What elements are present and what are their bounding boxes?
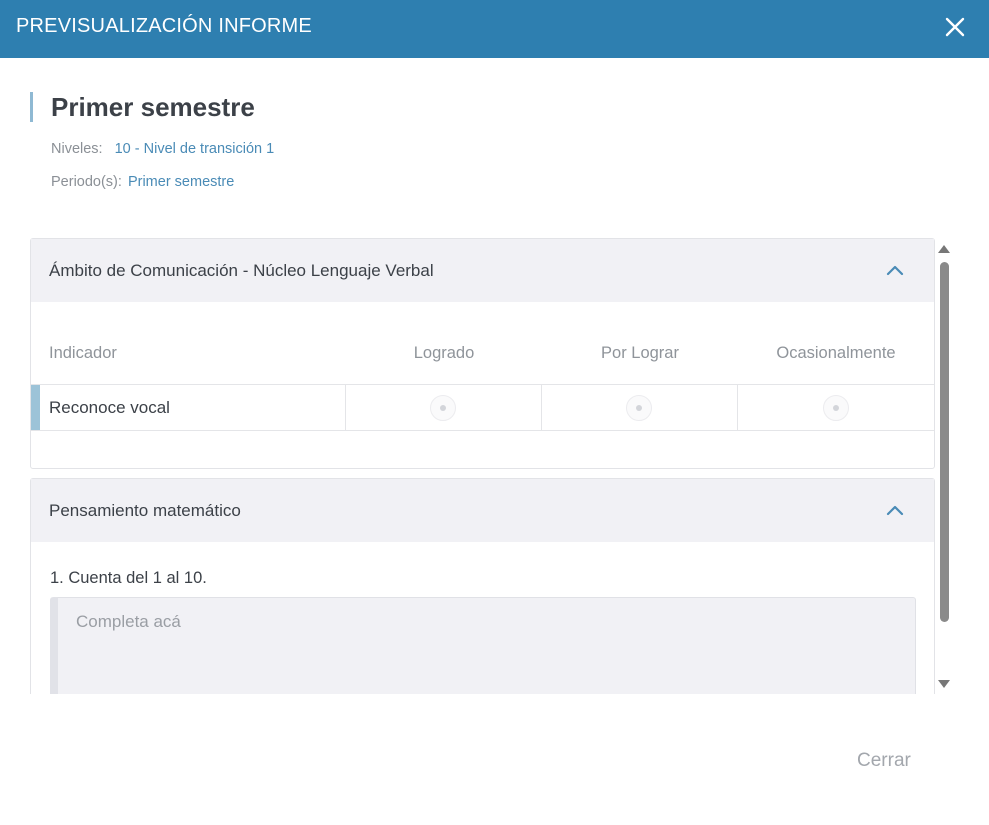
section-panel-math: Pensamiento matemático 1. Cuenta del 1 a… — [30, 478, 935, 694]
section-header[interactable]: Pensamiento matemático — [31, 479, 934, 542]
answer-textarea[interactable] — [50, 597, 916, 694]
column-header-por-lograr: Por Lograr — [601, 344, 679, 362]
chevron-up-icon[interactable] — [884, 260, 906, 282]
close-icon — [945, 17, 965, 37]
section-header[interactable]: Ámbito de Comunicación - Núcleo Lenguaje… — [31, 239, 934, 302]
modal-title: PREVISUALIZACIÓN INFORME — [16, 15, 312, 37]
close-dialog-button[interactable]: Cerrar — [857, 750, 911, 772]
cell-divider — [345, 385, 346, 430]
period-line: Periodo(s): Primer semestre — [51, 174, 234, 190]
radio-ocasionalmente[interactable] — [823, 395, 849, 421]
scrollbar-thumb[interactable] — [940, 262, 949, 622]
indicator-label: Reconoce vocal — [49, 398, 170, 417]
section-title: Pensamiento matemático — [49, 501, 241, 520]
scroll-up-arrow-icon[interactable] — [938, 245, 950, 253]
section-title: Ámbito de Comunicación - Núcleo Lenguaje… — [49, 261, 434, 280]
levels-line: Niveles: 10 - Nivel de transición 1 — [51, 141, 274, 157]
column-header-logrado: Logrado — [413, 344, 475, 362]
page-title: Primer semestre — [51, 92, 255, 122]
scrollbar[interactable] — [935, 242, 953, 692]
levels-value: 10 - Nivel de transición 1 — [114, 141, 275, 157]
sections-scroll-area[interactable]: Ámbito de Comunicación - Núcleo Lenguaje… — [30, 238, 955, 694]
report-title-block: Primer semestre — [30, 92, 255, 122]
column-header-indicator: Indicador — [49, 344, 117, 362]
question-label: 1. Cuenta del 1 al 10. — [50, 569, 207, 587]
row-accent-bar — [31, 385, 40, 430]
cell-divider — [541, 385, 542, 430]
scroll-down-arrow-icon[interactable] — [938, 680, 950, 688]
close-button[interactable] — [940, 12, 970, 42]
section-panel-communication: Ámbito de Comunicación - Núcleo Lenguaje… — [30, 238, 935, 469]
levels-label: Niveles: — [51, 141, 103, 157]
column-header-ocasionalmente: Ocasionalmente — [776, 344, 896, 362]
cell-divider — [737, 385, 738, 430]
table-row: Reconoce vocal — [31, 384, 934, 431]
period-label: Periodo(s): — [51, 174, 122, 190]
chevron-up-icon[interactable] — [884, 500, 906, 522]
radio-logrado[interactable] — [430, 395, 456, 421]
radio-por-lograr[interactable] — [626, 395, 652, 421]
modal-header: PREVISUALIZACIÓN INFORME — [0, 0, 989, 58]
period-value: Primer semestre — [127, 174, 235, 190]
